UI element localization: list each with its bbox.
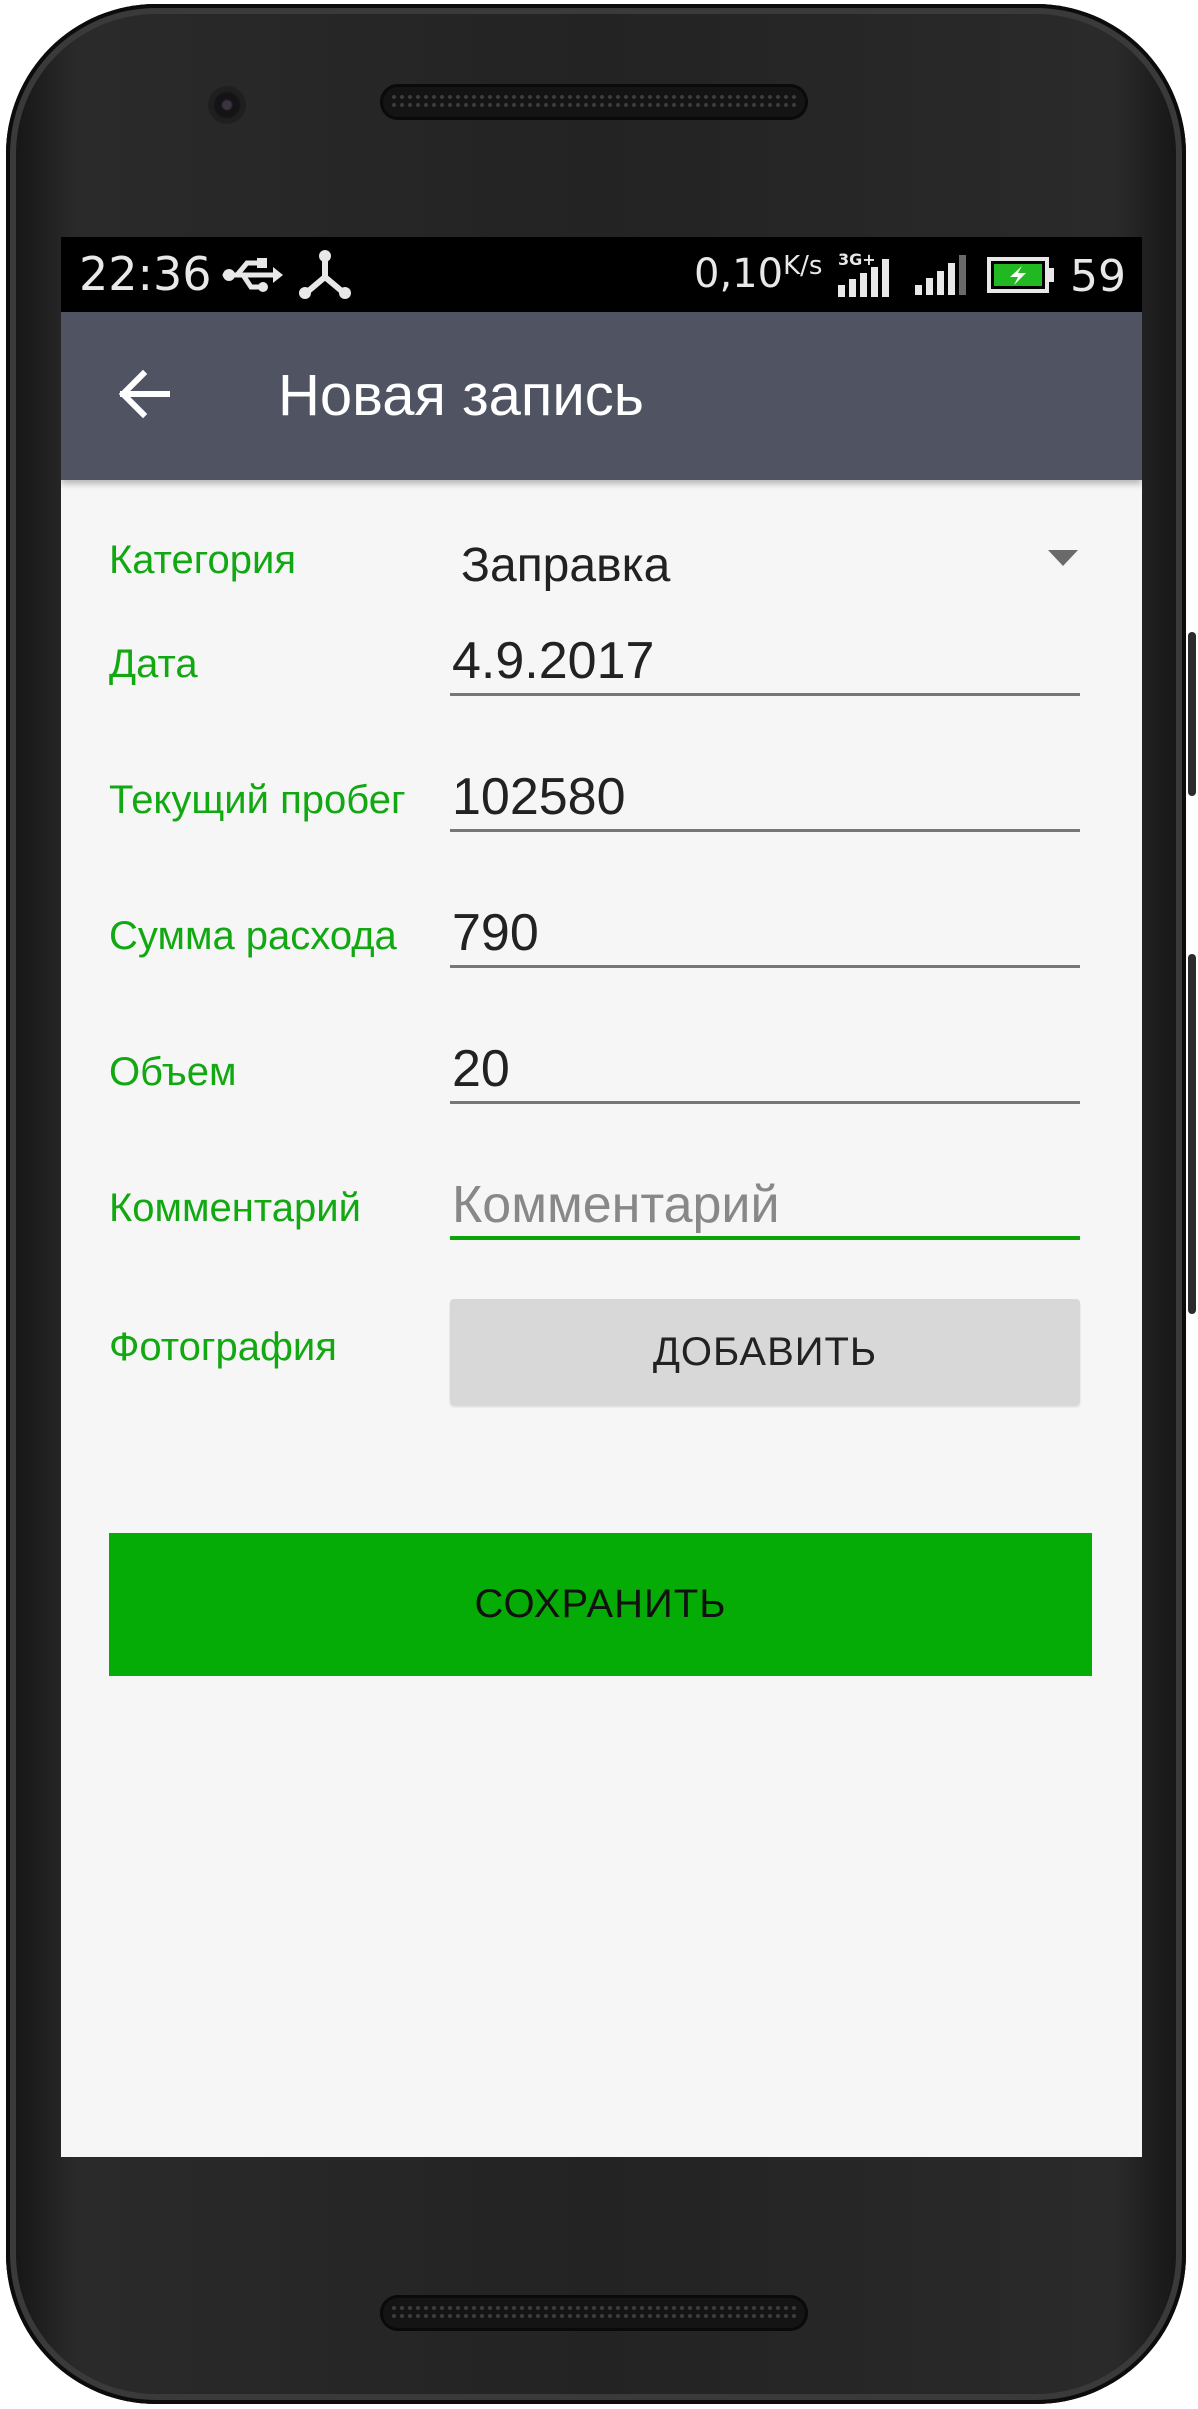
volume-button	[1188, 954, 1196, 1314]
signal-icon	[915, 255, 966, 295]
bottom-speaker	[380, 2295, 808, 2331]
top-speaker	[380, 84, 808, 120]
form: Категория Заправка Дата 4.9.2017 Текущий…	[61, 480, 1142, 1780]
add-photo-button[interactable]: ДОБАВИТЬ	[450, 1299, 1080, 1405]
battery-percent: 59	[1070, 251, 1126, 302]
category-label: Категория	[109, 538, 296, 582]
date-label: Дата	[109, 642, 198, 686]
expense-field[interactable]: 790	[450, 898, 1080, 968]
mileage-label: Текущий пробег	[109, 778, 406, 822]
expense-label: Сумма расхода	[109, 914, 397, 958]
phone-frame: 22:36 0,10K/s 3G+ 59 Новая запись Катего…	[6, 4, 1196, 2404]
app-bar: Новая запись	[61, 312, 1142, 480]
front-camera	[208, 86, 246, 124]
category-select[interactable]: Заправка	[450, 520, 1090, 604]
arrow-left-icon[interactable]	[115, 364, 175, 424]
net-speed-unit: K/s	[783, 251, 823, 281]
photo-label: Фотография	[109, 1325, 337, 1369]
net-speed-value: 0,10	[694, 251, 784, 297]
page-title: Новая запись	[278, 363, 644, 428]
battery-charging-icon	[987, 257, 1054, 293]
net-speed: 0,10K/s	[694, 251, 822, 297]
volume-field[interactable]: 20	[450, 1034, 1080, 1104]
svg-text:3G+: 3G+	[838, 250, 876, 269]
status-bar: 22:36 0,10K/s 3G+ 59	[61, 237, 1142, 312]
dropdown-arrow-icon[interactable]	[1048, 550, 1078, 566]
power-button	[1188, 632, 1196, 796]
mileage-field[interactable]: 102580	[450, 762, 1080, 832]
share-icon	[299, 250, 351, 299]
volume-label: Объем	[109, 1050, 237, 1094]
usb-icon	[222, 258, 283, 292]
status-time: 22:36	[79, 247, 212, 301]
category-value: Заправка	[461, 539, 671, 592]
date-field[interactable]: 4.9.2017	[450, 626, 1080, 696]
app-screen: 22:36 0,10K/s 3G+ 59 Новая запись Катего…	[61, 237, 1142, 2157]
save-button[interactable]: СОХРАНИТЬ	[109, 1533, 1092, 1676]
comment-label: Комментарий	[109, 1186, 361, 1230]
signal-3g-icon: 3G+	[838, 250, 889, 297]
comment-input[interactable]: Комментарий	[450, 1170, 1080, 1240]
